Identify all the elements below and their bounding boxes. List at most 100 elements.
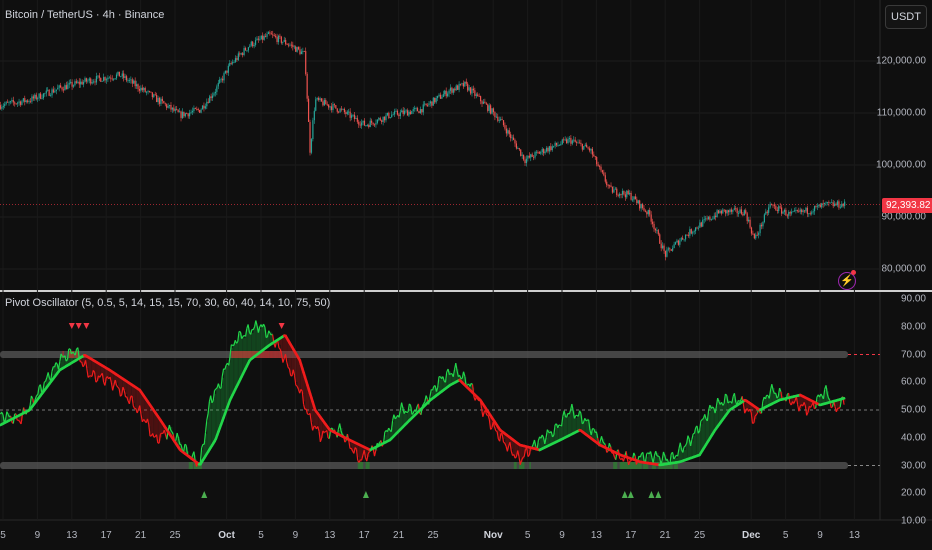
candle-body [115, 74, 118, 79]
candle-body [133, 80, 135, 84]
candle-body [522, 154, 525, 160]
candle-body [103, 77, 105, 81]
candle-body [49, 95, 52, 97]
candle-body [95, 76, 98, 83]
oscillator-axis-label: 90.00 [900, 293, 926, 305]
candle-body [174, 109, 176, 111]
time-axis-label: 25 [169, 530, 181, 541]
candle-body [164, 103, 166, 105]
candle-body [168, 104, 171, 107]
candle-body [176, 109, 178, 110]
candle-body [610, 185, 612, 187]
candle-body [264, 36, 267, 37]
candle-body [699, 222, 701, 228]
candle-body [806, 207, 808, 214]
candle-body [224, 70, 227, 74]
candle-body [91, 82, 93, 84]
candle-body [608, 185, 611, 187]
candle-body [345, 112, 347, 115]
candle-body [365, 125, 367, 127]
candle-body [151, 92, 153, 98]
candle-body [604, 175, 606, 182]
candle-body [88, 78, 90, 81]
candle-body [419, 109, 421, 114]
candle-body [125, 76, 128, 81]
time-axis-label: 17 [625, 530, 637, 541]
candle-body [339, 108, 341, 113]
candle-body [306, 73, 308, 99]
candle-body [776, 209, 778, 212]
symbol-title[interactable]: Bitcoin / TetherUS · 4h · Binance [5, 9, 164, 21]
candle-body [71, 81, 73, 87]
candle-body [1, 107, 3, 109]
candle-body [178, 111, 181, 113]
price-axis-label: 110,000.00 [876, 107, 926, 119]
fast-line-segment [43, 380, 46, 383]
fast-line-segment [838, 406, 841, 409]
level-band [0, 462, 848, 469]
candle-body [598, 166, 601, 168]
candle-body [822, 203, 824, 205]
candle-body [490, 105, 492, 114]
candle-body [454, 88, 456, 91]
candle-body [613, 189, 615, 193]
candle-body [303, 51, 305, 52]
candle-body [636, 199, 638, 204]
candle-body [768, 207, 770, 213]
candle-body [391, 114, 393, 118]
candle-body [682, 237, 684, 240]
candle-body [672, 248, 674, 251]
candle-body [782, 211, 784, 214]
candle-body [219, 79, 221, 83]
candle-body [580, 142, 582, 144]
candle-body [332, 104, 334, 110]
candle-body [811, 212, 813, 214]
candle-body [659, 234, 661, 244]
candle-body [511, 137, 513, 139]
candle-body [438, 94, 440, 96]
candle-body [269, 32, 271, 34]
candle-body [285, 39, 287, 45]
candle-body [467, 83, 469, 91]
candle-body [237, 53, 239, 60]
candle-body [41, 98, 43, 99]
candle-body [641, 204, 644, 209]
candle-body [607, 185, 609, 186]
candle-body [180, 111, 182, 118]
candle-body [740, 209, 743, 214]
candle-body [497, 116, 499, 121]
candle-body [161, 98, 163, 102]
candle-body [442, 94, 444, 98]
candle-body [51, 89, 53, 96]
chart-canvas[interactable] [0, 0, 932, 550]
candle-body [328, 104, 330, 108]
candle-body [39, 93, 42, 99]
candle-body [769, 203, 771, 208]
candle-body [795, 210, 797, 211]
candle-body [474, 90, 476, 96]
candle-body [465, 81, 467, 84]
candle-body [140, 87, 142, 91]
candle-body [548, 146, 550, 152]
candle-body [405, 110, 407, 112]
candle-body [770, 203, 773, 205]
candle-body [352, 114, 354, 116]
candle-body [435, 98, 437, 103]
fast-line-segment [754, 414, 757, 417]
candle-body [553, 145, 555, 147]
fast-line-segment [231, 344, 233, 347]
candle-body [29, 101, 32, 103]
candle-body [378, 118, 380, 120]
fast-line-segment [522, 456, 525, 458]
candle-body [199, 110, 201, 113]
currency-button[interactable]: USDT [885, 5, 927, 29]
candle-body [141, 87, 143, 91]
indicator-title[interactable]: Pivot Oscillator (5, 0.5, 5, 14, 15, 15,… [5, 297, 330, 309]
candle-body [154, 94, 156, 96]
last-price-tag: 92,393.82 [882, 198, 932, 213]
candle-body [530, 154, 532, 158]
candle-body [424, 103, 426, 105]
candle-body [498, 119, 500, 121]
candle-body [700, 222, 702, 227]
candle-body [825, 202, 827, 204]
